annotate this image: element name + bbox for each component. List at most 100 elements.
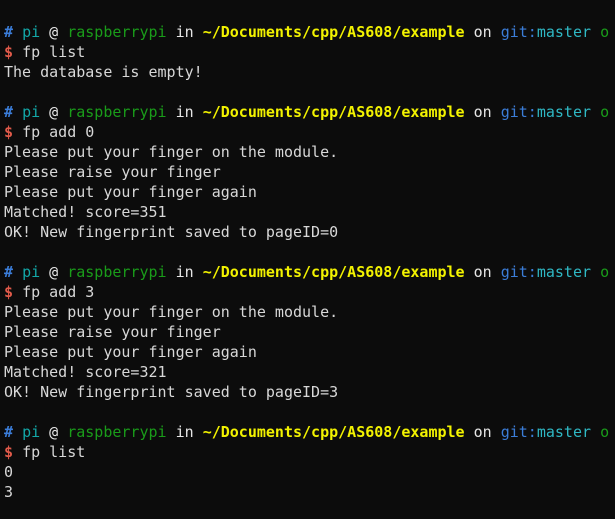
output-text: The database is empty!: [4, 63, 203, 81]
prompt-hostname: raspberrypi: [67, 423, 167, 441]
prompt-at-symbol: @: [49, 423, 59, 441]
prompt-path: ~/Documents/cpp/AS608/example: [202, 423, 465, 441]
output-text: Please put your finger again: [4, 183, 257, 201]
command-text: fp add 3: [22, 283, 95, 301]
prompt-git-label: git:: [500, 423, 537, 441]
prompt-on-word: on: [473, 263, 492, 281]
output-text: OK! New fingerprint saved to pageID=3: [4, 383, 339, 401]
output-line: 3: [4, 482, 615, 502]
output-text: Matched! score=321: [4, 363, 167, 381]
prompt-at-symbol: @: [49, 263, 59, 281]
command-line[interactable]: $ fp list: [4, 442, 615, 462]
output-line: Please put your finger on the module.: [4, 302, 615, 322]
prompt-line: # pi @ raspberrypi in ~/Documents/cpp/AS…: [4, 422, 615, 442]
command-text: fp list: [22, 43, 86, 61]
prompt-git-status: o: [600, 23, 610, 41]
output-line: Please raise your finger: [4, 162, 615, 182]
prompt-hash-icon: #: [4, 103, 14, 121]
output-line: OK! New fingerprint saved to pageID=0: [4, 222, 615, 242]
prompt-path: ~/Documents/cpp/AS608/example: [202, 263, 465, 281]
command-line[interactable]: $ fp list: [4, 42, 615, 62]
command-text: fp add 0: [22, 123, 95, 141]
prompt-line: # pi @ raspberrypi in ~/Documents/cpp/AS…: [4, 22, 615, 42]
prompt-git-label: git:: [500, 263, 537, 281]
output-line: OK! New fingerprint saved to pageID=3: [4, 382, 615, 402]
prompt-hash-icon: #: [4, 263, 14, 281]
terminal-window[interactable]: # pi @ raspberrypi in ~/Documents/cpp/AS…: [0, 0, 615, 519]
prompt-symbol: $: [4, 123, 14, 141]
output-text: Please put your finger again: [4, 343, 257, 361]
prompt-username: pi: [22, 103, 41, 121]
prompt-username: pi: [22, 23, 41, 41]
prompt-hostname: raspberrypi: [67, 23, 167, 41]
prompt-in-word: in: [175, 263, 194, 281]
prompt-git-status: o: [600, 423, 610, 441]
output-text: Please raise your finger: [4, 163, 221, 181]
output-line: 0: [4, 462, 615, 482]
prompt-git-status: o: [600, 103, 610, 121]
command-line[interactable]: $ fp add 0: [4, 122, 615, 142]
output-line: Please put your finger again: [4, 342, 615, 362]
prompt-git-label: git:: [500, 103, 537, 121]
output-line: Matched! score=351: [4, 202, 615, 222]
output-line: Please put your finger again: [4, 182, 615, 202]
output-text: Matched! score=351: [4, 203, 167, 221]
output-line: Please raise your finger: [4, 322, 615, 342]
prompt-git-status: o: [600, 263, 610, 281]
output-text: OK! New fingerprint saved to pageID=0: [4, 223, 339, 241]
prompt-git-branch: master: [536, 263, 592, 281]
output-text: Please put your finger on the module.: [4, 303, 339, 321]
prompt-in-word: in: [175, 103, 194, 121]
command-line[interactable]: $ fp add 3: [4, 282, 615, 302]
prompt-git-branch: master: [536, 23, 592, 41]
prompt-hostname: raspberrypi: [67, 103, 167, 121]
output-line: Please put your finger on the module.: [4, 142, 615, 162]
prompt-symbol: $: [4, 283, 14, 301]
output-text: Please raise your finger: [4, 323, 221, 341]
prompt-at-symbol: @: [49, 23, 59, 41]
prompt-path: ~/Documents/cpp/AS608/example: [202, 23, 465, 41]
prompt-in-word: in: [175, 423, 194, 441]
prompt-hostname: raspberrypi: [67, 263, 167, 281]
prompt-path: ~/Documents/cpp/AS608/example: [202, 103, 465, 121]
output-text: Please put your finger on the module.: [4, 143, 339, 161]
prompt-symbol: $: [4, 43, 14, 61]
prompt-at-symbol: @: [49, 103, 59, 121]
prompt-git-branch: master: [536, 103, 592, 121]
prompt-symbol: $: [4, 443, 14, 461]
output-line: Matched! score=321: [4, 362, 615, 382]
prompt-git-label: git:: [500, 23, 537, 41]
